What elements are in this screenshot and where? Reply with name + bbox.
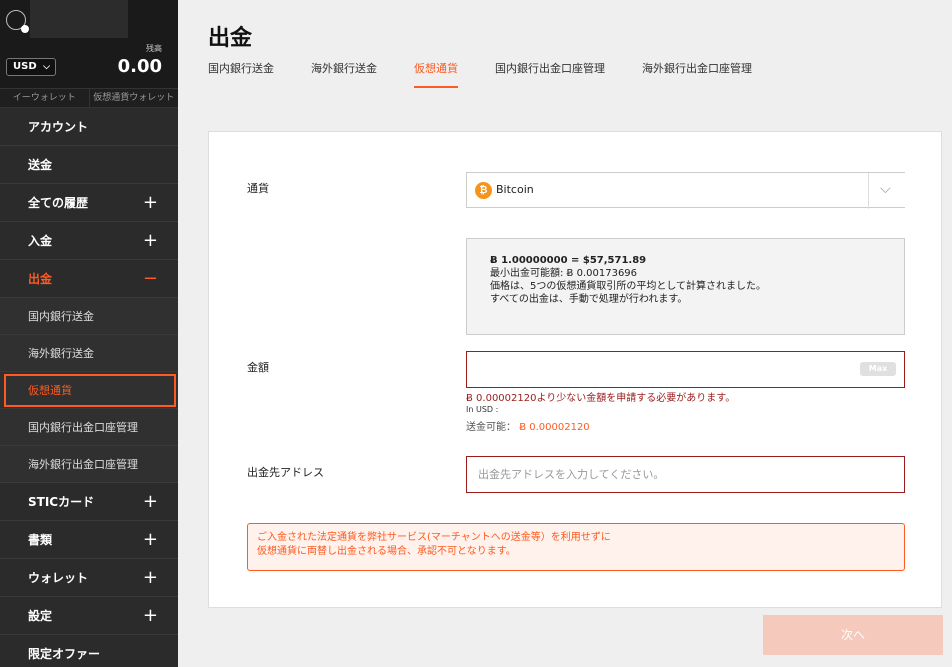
- chevron-down-icon: ⌵: [43, 62, 50, 72]
- sidebar-subitem-overseas-bank[interactable]: 海外銀行送金: [0, 335, 178, 372]
- minus-icon[interactable]: −: [143, 260, 158, 298]
- available-value: Ƀ 0.00002120: [519, 422, 590, 433]
- sidebar-item-label: 出金: [28, 272, 53, 286]
- sidebar-item-deposit[interactable]: 入金 +: [0, 222, 178, 260]
- sidebar-item-label: 設定: [28, 609, 53, 623]
- currency-select[interactable]: USD ⌵: [6, 58, 56, 76]
- warning-line-2: 仮想通貨に両替し出金される場合、承認不可となります。: [257, 546, 516, 557]
- sidebar-item-settings[interactable]: 設定 +: [0, 597, 178, 635]
- sidebar-item-label: 全ての履歴: [28, 196, 89, 210]
- balance-value: 0.00: [117, 56, 162, 77]
- sidebar-item-label: 入金: [28, 234, 53, 248]
- sidebar-subitem-domestic-account[interactable]: 国内銀行出金口座管理: [0, 409, 178, 446]
- min-withdraw-text: 最小出金可能額: Ƀ 0.00173696: [490, 268, 638, 279]
- max-button[interactable]: Max: [860, 362, 896, 376]
- sidebar-item-label: ウォレット: [28, 571, 89, 585]
- sidebar-item-stic-card[interactable]: STICカード +: [0, 483, 178, 521]
- plus-icon[interactable]: +: [143, 559, 158, 597]
- plus-icon[interactable]: +: [143, 597, 158, 635]
- sidebar-item-wallet[interactable]: ウォレット +: [0, 559, 178, 597]
- in-usd-label: In USD :: [466, 405, 499, 414]
- sidebar-item-label: 送金: [28, 158, 53, 172]
- wallet-tab-crypto[interactable]: 仮想通貨ウォレット: [88, 89, 179, 107]
- plus-icon[interactable]: +: [143, 184, 158, 222]
- sidebar-item-label: 限定オファー: [28, 647, 101, 661]
- balance-label: 残高: [146, 44, 162, 53]
- wallet-tab-ewallet[interactable]: イーウォレット: [0, 89, 89, 107]
- sidebar-item-documents[interactable]: 書類 +: [0, 521, 178, 559]
- currency-dropdown-value: Bitcoin: [496, 183, 534, 196]
- min-withdraw-line: 最小出金可能額: Ƀ 0.00173696: [490, 267, 904, 280]
- page-title: 出金: [208, 26, 253, 51]
- sidebar-item-label: STICカード: [28, 495, 95, 509]
- sidebar-header: USD ⌵ 残高 0.00: [0, 0, 178, 88]
- sidebar-item-withdraw[interactable]: 出金 −: [0, 260, 178, 298]
- sidebar-subitem-label: 仮想通貨: [28, 384, 72, 397]
- bitcoin-icon: ₿: [475, 182, 492, 199]
- sidebar-item-account[interactable]: アカウント: [0, 108, 178, 146]
- tab-domestic-bank[interactable]: 国内銀行送金: [208, 56, 274, 88]
- dropdown-divider: [868, 173, 869, 209]
- warning-line-1: ご入金された法定通貨を弊社サービス(マーチャントへの送金等）を利用せずに: [257, 532, 611, 543]
- plus-icon[interactable]: +: [143, 222, 158, 260]
- address-label: 出金先アドレス: [247, 466, 324, 479]
- tab-overseas-bank[interactable]: 海外銀行送金: [311, 56, 377, 88]
- rate-info-box: Ƀ 1.00000000 = $57,571.89 最小出金可能額: Ƀ 0.0…: [466, 238, 905, 335]
- sidebar-subitem-crypto[interactable]: 仮想通貨: [0, 372, 178, 409]
- plus-icon[interactable]: +: [143, 521, 158, 559]
- amount-label: 金額: [247, 361, 269, 374]
- currency-label: 通貨: [247, 182, 269, 195]
- sidebar-item-label: 書類: [28, 533, 53, 547]
- chevron-down-icon[interactable]: ⌵: [880, 181, 891, 197]
- amount-input[interactable]: Max: [466, 351, 905, 388]
- sidebar: USD ⌵ 残高 0.00 イーウォレット 仮想通貨ウォレット アカウント 送金…: [0, 0, 178, 667]
- address-input[interactable]: [466, 456, 905, 493]
- wallet-tabs: イーウォレット 仮想通貨ウォレット: [0, 88, 178, 108]
- sidebar-subitem-domestic-bank[interactable]: 国内銀行送金: [0, 298, 178, 335]
- warning-box: ご入金された法定通貨を弊社サービス(マーチャントへの送金等）を利用せずに 仮想通…: [247, 523, 905, 571]
- withdraw-form: 通貨 ₿ Bitcoin ⌵ Ƀ 1.00000000 = $57,571.89…: [208, 131, 942, 608]
- currency-select-value: USD: [13, 61, 37, 72]
- currency-dropdown[interactable]: ₿ Bitcoin ⌵: [466, 172, 905, 209]
- sidebar-subitem-overseas-account[interactable]: 海外銀行出金口座管理: [0, 446, 178, 483]
- username-box: [30, 0, 128, 38]
- next-button[interactable]: 次へ: [763, 615, 943, 655]
- sidebar-item-offers[interactable]: 限定オファー: [0, 635, 178, 667]
- tab-domestic-account[interactable]: 国内銀行出金口座管理: [495, 56, 605, 88]
- available-label: 送金可能：: [466, 422, 516, 433]
- sidebar-item-label: アカウント: [28, 120, 89, 134]
- amount-error: Ƀ 0.00002120より少ない金額を申請する必要があります。: [466, 393, 736, 404]
- sidebar-item-transfer[interactable]: 送金: [0, 146, 178, 184]
- sidebar-item-history[interactable]: 全ての履歴 +: [0, 184, 178, 222]
- price-note: 価格は、5つの仮想通貨取引所の平均として計算されました。: [490, 281, 767, 292]
- rate-line: Ƀ 1.00000000 = $57,571.89: [490, 255, 647, 266]
- tab-overseas-account[interactable]: 海外銀行出金口座管理: [642, 56, 752, 88]
- tab-bar: 国内銀行送金 海外銀行送金 仮想通貨 国内銀行出金口座管理 海外銀行出金口座管理: [208, 56, 789, 88]
- manual-note: すべての出金は、手動で処理が行われます。: [490, 294, 688, 305]
- available-amount: 送金可能： Ƀ 0.00002120: [466, 418, 590, 433]
- main-content: 出金 国内銀行送金 海外銀行送金 仮想通貨 国内銀行出金口座管理 海外銀行出金口…: [178, 0, 952, 667]
- plus-icon[interactable]: +: [143, 483, 158, 521]
- tab-crypto[interactable]: 仮想通貨: [414, 56, 458, 88]
- avatar-icon[interactable]: [6, 10, 29, 33]
